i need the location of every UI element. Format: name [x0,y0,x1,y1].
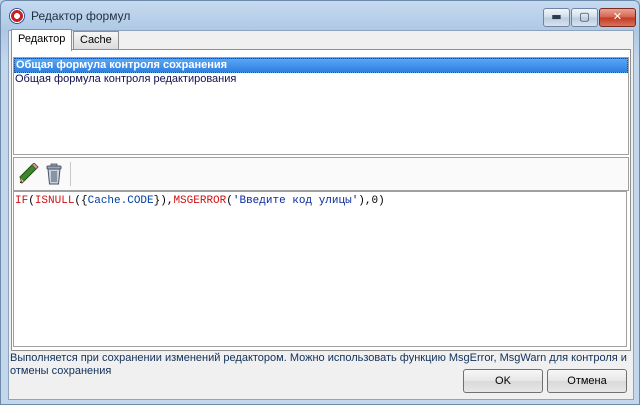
ok-button[interactable]: OK [463,369,543,393]
list-item[interactable]: Общая формула контроля редактирования [14,73,628,86]
code-token: ( [28,195,35,207]
dialog-body: Редактор Cache Общая формула контроля со… [8,29,634,400]
app-logo-icon [9,8,25,24]
formula-list[interactable]: Общая формула контроля сохранения Общая … [13,57,629,155]
code-token: IF [15,195,29,207]
editor-tab-panel: Общая формула контроля сохранения Общая … [11,49,631,351]
code-token: }), [153,195,174,207]
code-token: ),0) [358,195,385,207]
formula-editor-window: Редактор формул ▬ ▢ ✕ Редактор Cache Общ… [0,0,640,405]
formula-code-editor[interactable]: IF(ISNULL({Cache.CODE}),MSGERROR('Введит… [13,191,627,347]
trash-icon[interactable] [43,163,65,185]
pencil-icon[interactable] [18,162,40,185]
code-token: 'Введите код улицы' [232,195,359,207]
tab-cache[interactable]: Cache [73,31,119,50]
editor-toolbar [13,157,629,191]
window-title: Редактор формул [31,9,131,23]
code-token: ({ [74,195,88,207]
code-token: MSGERROR [173,195,227,207]
list-item[interactable]: Общая формула контроля сохранения [14,58,628,73]
maximize-button[interactable]: ▢ [571,8,598,27]
code-token: Cache.CODE [87,195,154,207]
cancel-button[interactable]: Отмена [547,369,627,393]
title-bar[interactable]: Редактор формул ▬ ▢ ✕ [1,1,639,30]
minimize-button[interactable]: ▬ [543,8,570,27]
code-token: ISNULL [34,195,75,207]
toolbar-separator [70,162,71,186]
code-token: ( [226,195,233,207]
close-button[interactable]: ✕ [599,8,636,27]
tab-editor[interactable]: Редактор [11,29,73,51]
